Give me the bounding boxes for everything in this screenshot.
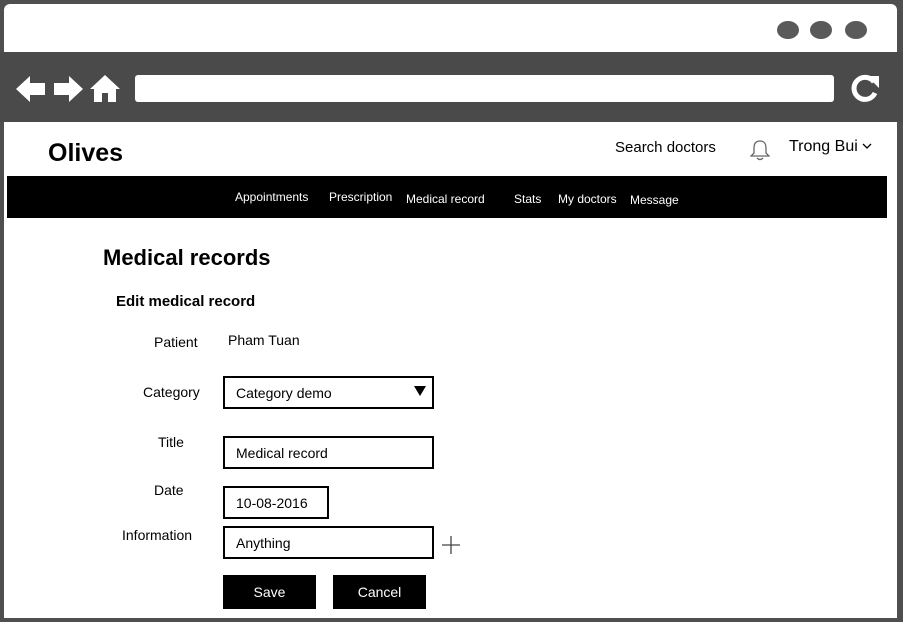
menu-item-appointments[interactable]: Appointments (235, 190, 308, 204)
window-dot-minimize[interactable] (777, 21, 799, 39)
date-input[interactable]: 10-08-2016 (223, 486, 329, 519)
menu-item-medical-record[interactable]: Medical record (406, 192, 485, 206)
title-label: Title (158, 434, 184, 450)
arrow-right-icon[interactable] (52, 74, 84, 104)
title-input-value: Medical record (236, 444, 328, 461)
date-label: Date (154, 482, 184, 498)
category-select[interactable]: Category demo (223, 376, 434, 409)
reload-icon[interactable] (849, 73, 881, 103)
save-button[interactable]: Save (223, 575, 316, 609)
address-bar[interactable] (135, 75, 834, 102)
category-selected-value: Category demo (236, 384, 332, 401)
browser-titlebar (4, 4, 897, 52)
window-dot-close[interactable] (845, 21, 867, 39)
category-label: Category (143, 384, 200, 400)
dropdown-caret-icon (414, 386, 426, 396)
date-input-value: 10-08-2016 (236, 494, 308, 511)
window-dot-maximize[interactable] (810, 21, 832, 39)
plus-icon[interactable] (441, 535, 461, 555)
page-title: Medical records (103, 245, 271, 270)
bell-icon[interactable] (750, 139, 770, 161)
arrow-left-icon[interactable] (15, 74, 47, 104)
cancel-button[interactable]: Cancel (333, 575, 426, 609)
menu-item-stats[interactable]: Stats (514, 192, 541, 206)
user-menu-name[interactable]: Trong Bui (789, 138, 858, 156)
information-input[interactable]: Anything (223, 526, 434, 559)
title-input[interactable]: Medical record (223, 436, 434, 469)
search-doctors-link[interactable]: Search doctors (615, 139, 716, 156)
home-icon[interactable] (89, 74, 121, 104)
information-input-value: Anything (236, 534, 291, 551)
menu-item-message[interactable]: Message (630, 193, 679, 207)
chevron-down-icon[interactable] (861, 141, 873, 151)
patient-value: Pham Tuan (228, 332, 300, 348)
menu-item-prescription[interactable]: Prescription (329, 190, 392, 204)
patient-label: Patient (154, 334, 198, 350)
brand-logo[interactable]: Olives (48, 139, 123, 168)
section-title: Edit medical record (116, 293, 256, 310)
menu-item-my-doctors[interactable]: My doctors (558, 192, 617, 206)
information-label: Information (122, 527, 193, 543)
